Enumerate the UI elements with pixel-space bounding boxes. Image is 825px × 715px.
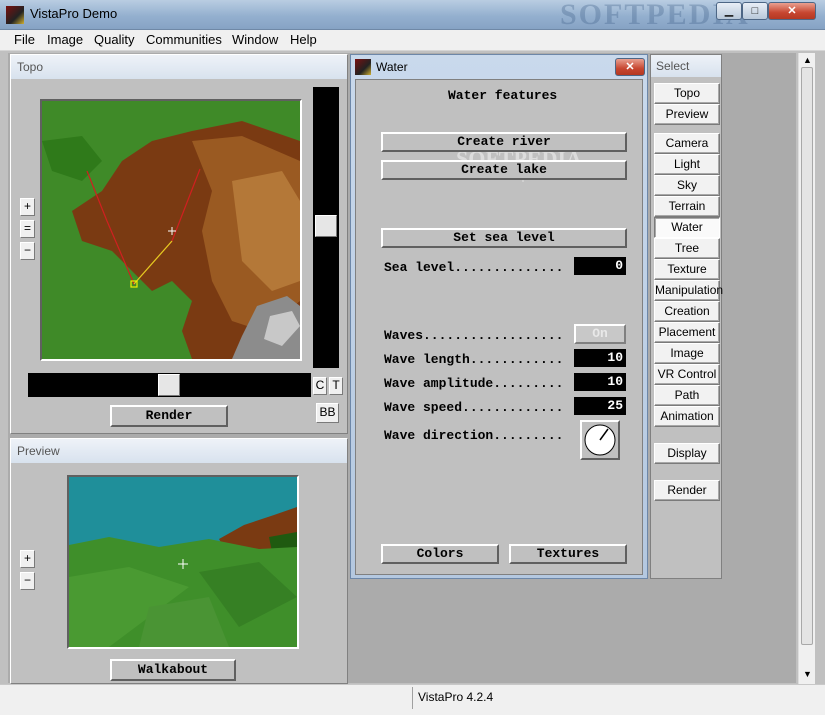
textures-button[interactable]: Textures xyxy=(509,544,627,564)
wave-amplitude-field[interactable]: 10 xyxy=(574,373,626,391)
select-path-button[interactable]: Path xyxy=(654,385,720,406)
topo-t-button[interactable]: T xyxy=(329,377,343,395)
create-lake-button[interactable]: Create lake xyxy=(381,160,627,180)
waves-toggle[interactable]: On xyxy=(574,324,626,344)
select-topo-button[interactable]: Topo xyxy=(654,83,720,104)
sea-level-field[interactable]: 0 xyxy=(574,257,626,275)
status-bar: VistaPro 4.2.4 xyxy=(0,684,825,715)
title-bar: VistaPro Demo SOFTPEDIA ▁ □ ✕ xyxy=(0,0,825,31)
app-icon xyxy=(6,6,24,24)
maximize-icon: □ xyxy=(751,5,759,17)
select-placement-button[interactable]: Placement xyxy=(654,322,720,343)
select-display-button[interactable]: Display xyxy=(654,443,720,464)
topo-vertical-slider-thumb[interactable] xyxy=(315,215,337,237)
select-camera-button[interactable]: Camera xyxy=(654,133,720,154)
sea-level-label: Sea level.............. xyxy=(384,260,564,275)
vertical-scrollbar[interactable]: ▲ ▼ xyxy=(798,53,815,684)
select-panel: Select Display Render Topo Preview Camera L… xyxy=(650,54,723,579)
menu-quality[interactable]: Quality xyxy=(94,32,134,47)
waves-label: Waves.................. xyxy=(384,328,564,343)
topo-map[interactable] xyxy=(40,99,302,361)
wave-length-field[interactable]: 10 xyxy=(574,349,626,367)
topo-vertical-slider[interactable] xyxy=(313,87,339,368)
select-sky-button[interactable]: Sky xyxy=(654,175,720,196)
render-button[interactable]: Render xyxy=(110,405,228,427)
menu-image[interactable]: Image xyxy=(47,32,83,47)
select-manipulation-button[interactable]: Manipulation xyxy=(654,280,723,301)
menu-help[interactable]: Help xyxy=(290,32,317,47)
water-window-title: Water xyxy=(376,60,408,74)
select-texture-button[interactable]: Texture xyxy=(654,259,720,280)
wave-direction-dial[interactable] xyxy=(580,420,620,460)
colors-button[interactable]: Colors xyxy=(381,544,499,564)
select-animation-button[interactable]: Animation xyxy=(654,406,720,427)
water-heading: Water features xyxy=(448,88,558,103)
select-creation-button[interactable]: Creation xyxy=(654,301,720,322)
select-tree-button[interactable]: Tree xyxy=(654,238,720,259)
preview-zoom-out-button[interactable]: − xyxy=(20,572,35,590)
select-preview-button[interactable]: Preview xyxy=(654,104,720,125)
menu-communities[interactable]: Communities xyxy=(146,32,222,47)
wave-speed-field[interactable]: 25 xyxy=(574,397,626,415)
select-render-button[interactable]: Render xyxy=(654,480,720,501)
preview-header: Preview xyxy=(11,439,347,463)
wave-direction-label: Wave direction......... xyxy=(384,428,564,443)
topo-panel: Topo + = − C T BB Render xyxy=(10,54,348,434)
topo-zoom-in-button[interactable]: + xyxy=(20,198,35,216)
water-window-icon xyxy=(355,59,371,75)
menu-file[interactable]: File xyxy=(14,32,35,47)
wave-speed-label: Wave speed............. xyxy=(384,400,564,415)
menu-bar: File Image Quality Communities Window He… xyxy=(0,30,825,51)
water-close-button[interactable]: ✕ xyxy=(615,58,645,76)
select-water-button[interactable]: Water xyxy=(654,217,720,238)
topo-header: Topo xyxy=(11,55,347,79)
set-sea-level-button[interactable]: Set sea level xyxy=(381,228,627,248)
water-close-icon: ✕ xyxy=(625,61,635,73)
scroll-up-icon[interactable]: ▲ xyxy=(803,55,812,65)
select-vr-control-button[interactable]: VR Control xyxy=(654,364,720,385)
select-image-button[interactable]: Image xyxy=(654,343,720,364)
create-river-button[interactable]: Create river xyxy=(381,132,627,152)
topo-map-image xyxy=(42,101,300,359)
minimize-button[interactable]: ▁ xyxy=(716,2,742,20)
preview-image xyxy=(69,477,297,647)
preview-panel: Preview + − Walkabout xyxy=(10,438,348,684)
water-content: Water features SOFTPEDIA www.softpedia.c… xyxy=(355,79,643,575)
topo-c-button[interactable]: C xyxy=(313,377,327,395)
scroll-down-icon[interactable]: ▼ xyxy=(803,669,812,679)
select-terrain-button[interactable]: Terrain xyxy=(654,196,720,217)
wave-length-label: Wave length............ xyxy=(384,352,564,367)
topo-bb-button[interactable]: BB xyxy=(316,403,339,423)
close-icon: ✕ xyxy=(787,5,797,17)
topo-zoom-out-button[interactable]: − xyxy=(20,242,35,260)
walkabout-button[interactable]: Walkabout xyxy=(110,659,236,681)
close-button[interactable]: ✕ xyxy=(768,2,816,20)
menu-window[interactable]: Window xyxy=(232,32,278,47)
wave-direction-dial-icon xyxy=(584,424,616,456)
water-window: Water ✕ Water features SOFTPEDIA www.sof… xyxy=(350,54,648,579)
topo-horizontal-slider-thumb[interactable] xyxy=(158,374,180,396)
select-header: Select xyxy=(651,55,721,77)
status-divider xyxy=(412,687,413,709)
wave-amplitude-label: Wave amplitude......... xyxy=(384,376,564,391)
scrollbar-thumb[interactable] xyxy=(801,67,813,645)
topo-zoom-reset-button[interactable]: = xyxy=(20,220,35,238)
select-light-button[interactable]: Light xyxy=(654,154,720,175)
status-text: VistaPro 4.2.4 xyxy=(418,690,494,704)
preview-zoom-in-button[interactable]: + xyxy=(20,550,35,568)
maximize-button[interactable]: □ xyxy=(742,2,768,20)
topo-horizontal-slider[interactable] xyxy=(28,373,311,397)
minimize-icon: ▁ xyxy=(724,5,734,17)
preview-view[interactable] xyxy=(67,475,299,649)
app-title: VistaPro Demo xyxy=(30,6,118,21)
